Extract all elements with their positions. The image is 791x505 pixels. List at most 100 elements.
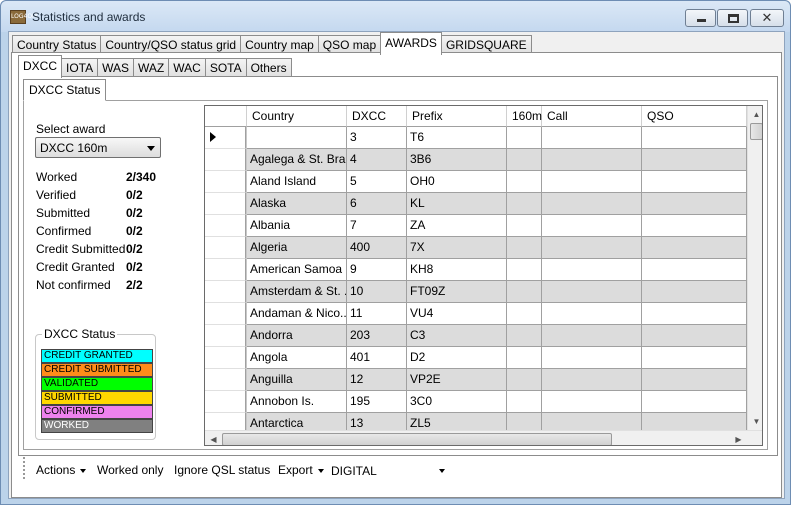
grid-cell-prefix[interactable]: VU4 <box>407 303 507 325</box>
grid-cell-qso[interactable] <box>642 171 747 193</box>
grid-cell-call[interactable] <box>542 325 642 347</box>
actions-dropdown[interactable]: Actions <box>36 463 87 477</box>
grid-cell-qso[interactable] <box>642 369 747 391</box>
grid-cell-country[interactable]: Algeria <box>247 237 347 259</box>
grid-cell-dxcc[interactable]: 10 <box>347 281 407 303</box>
grid-cell-dxcc[interactable]: 7 <box>347 215 407 237</box>
column-header-country[interactable]: Country <box>247 106 347 127</box>
scroll-left-icon[interactable]: ◀ <box>205 431 222 445</box>
grid-cell-country[interactable]: Agalega & St. Bra... <box>247 149 347 171</box>
grid-cell-dxcc[interactable]: 195 <box>347 391 407 413</box>
minimize-button[interactable] <box>685 9 716 27</box>
grid-cell-country[interactable]: Afghanistan <box>247 127 347 149</box>
grid-cell-country[interactable]: Aland Island <box>247 171 347 193</box>
grid-cell-160m[interactable] <box>507 149 542 171</box>
grid-cell-country[interactable]: Andaman & Nico... <box>247 303 347 325</box>
grid-cell-call[interactable] <box>542 237 642 259</box>
close-button[interactable]: ✕ <box>750 9 784 27</box>
grid-cell-dxcc[interactable]: 11 <box>347 303 407 325</box>
grid-cell-country[interactable]: Anguilla <box>247 369 347 391</box>
tab-sota[interactable]: SOTA <box>204 58 247 78</box>
row-header[interactable] <box>205 347 246 369</box>
tab-dxcc-status[interactable]: DXCC Status <box>23 79 107 101</box>
column-header-qso[interactable]: QSO <box>642 106 747 127</box>
grid-cell-160m[interactable] <box>507 259 542 281</box>
scroll-right-icon[interactable]: ▶ <box>730 431 747 445</box>
row-header[interactable] <box>205 149 246 171</box>
grid-cell-160m[interactable] <box>507 127 542 149</box>
grid-cell-dxcc[interactable]: 401 <box>347 347 407 369</box>
award-select[interactable]: DXCC 160m <box>35 137 161 158</box>
grid-cell-prefix[interactable]: FT09Z <box>407 281 507 303</box>
grid-cell-dxcc[interactable]: 4 <box>347 149 407 171</box>
grid-cell-country[interactable]: American Samoa <box>247 259 347 281</box>
grid-cell-160m[interactable] <box>507 281 542 303</box>
row-header[interactable] <box>205 281 246 303</box>
grid-cell-country[interactable]: Alaska <box>247 193 347 215</box>
grid-cell-call[interactable] <box>542 127 642 149</box>
grid-cell-call[interactable] <box>542 391 642 413</box>
grid-cell-call[interactable] <box>542 259 642 281</box>
grid-cell-dxcc[interactable]: 203 <box>347 325 407 347</box>
tab-awards[interactable]: AWARDS <box>380 32 442 55</box>
grid-cell-call[interactable] <box>542 347 642 369</box>
grid-cell-qso[interactable] <box>642 215 747 237</box>
vertical-scrollbar[interactable]: ▲ ▼ <box>747 106 762 430</box>
grid-cell-qso[interactable] <box>642 391 747 413</box>
grid-cell-country[interactable]: Angola <box>247 347 347 369</box>
toolbar-grip[interactable] <box>23 457 26 479</box>
ignore-qsl-status-button[interactable]: Ignore QSL status <box>174 463 270 477</box>
grid-cell-call[interactable] <box>542 281 642 303</box>
row-header[interactable] <box>205 325 246 347</box>
grid-cell-prefix[interactable]: ZA <box>407 215 507 237</box>
title-bar[interactable]: LOG4OM Statistics and awards ✕ <box>1 1 790 32</box>
grid-cell-qso[interactable] <box>642 347 747 369</box>
row-header[interactable] <box>205 215 246 237</box>
export-dropdown[interactable]: Export <box>278 463 324 477</box>
column-header-prefix[interactable]: Prefix <box>407 106 507 127</box>
grid-cell-prefix[interactable]: D2 <box>407 347 507 369</box>
row-header[interactable] <box>205 237 246 259</box>
grid-cell-call[interactable] <box>542 171 642 193</box>
grid-cell-call[interactable] <box>542 215 642 237</box>
grid-cell-160m[interactable] <box>507 369 542 391</box>
vertical-scroll-thumb[interactable] <box>750 123 762 140</box>
row-header[interactable] <box>205 127 246 149</box>
grid-cell-qso[interactable] <box>642 127 747 149</box>
grid-cell-160m[interactable] <box>507 215 542 237</box>
column-header-160m[interactable]: 160m <box>507 106 542 127</box>
grid-cell-qso[interactable] <box>642 237 747 259</box>
mode-select[interactable]: DIGITAL <box>327 459 449 481</box>
grid-cell-dxcc[interactable]: 9 <box>347 259 407 281</box>
scroll-down-icon[interactable]: ▼ <box>748 413 762 430</box>
grid-cell-dxcc[interactable]: 12 <box>347 369 407 391</box>
grid-cell-prefix[interactable]: T6 <box>407 127 507 149</box>
grid-cell-160m[interactable] <box>507 391 542 413</box>
grid-cell-call[interactable] <box>542 193 642 215</box>
grid-cell-country[interactable]: Andorra <box>247 325 347 347</box>
tab-others[interactable]: Others <box>245 58 292 78</box>
row-header[interactable] <box>205 259 246 281</box>
grid-cell-160m[interactable] <box>507 325 542 347</box>
horizontal-scroll-thumb[interactable] <box>222 433 612 445</box>
grid-cell-country[interactable]: Annobon Is. <box>247 391 347 413</box>
grid-cell-160m[interactable] <box>507 193 542 215</box>
grid-cell-160m[interactable] <box>507 237 542 259</box>
grid-cell-dxcc[interactable]: 5 <box>347 171 407 193</box>
grid-cell-160m[interactable] <box>507 171 542 193</box>
grid-cell-qso[interactable] <box>642 259 747 281</box>
column-header-call[interactable]: Call <box>542 106 642 127</box>
grid-cell-prefix[interactable]: KL <box>407 193 507 215</box>
maximize-button[interactable] <box>717 9 748 27</box>
tab-waz[interactable]: WAZ <box>133 58 170 78</box>
grid-cell-country[interactable]: Albania <box>247 215 347 237</box>
tab-was[interactable]: WAS <box>97 58 135 78</box>
grid-cell-call[interactable] <box>542 369 642 391</box>
column-header-dxcc[interactable]: DXCC <box>347 106 407 127</box>
grid-cell-qso[interactable] <box>642 325 747 347</box>
grid-cell-qso[interactable] <box>642 281 747 303</box>
grid-cell-160m[interactable] <box>507 347 542 369</box>
grid-cell-call[interactable] <box>542 149 642 171</box>
tab-wac[interactable]: WAC <box>168 58 206 78</box>
grid-cell-160m[interactable] <box>507 303 542 325</box>
